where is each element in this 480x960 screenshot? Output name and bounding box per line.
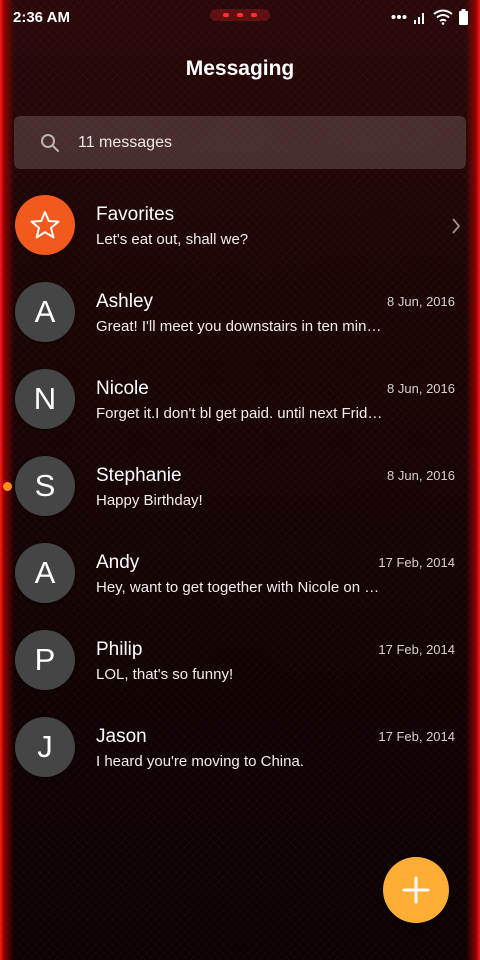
page-title: Messaging [185,57,295,80]
favorites-avatar [15,195,75,255]
conversation-snippet: Hey, want to get together with Nicole on… [96,579,380,596]
conversation-name: Stephanie [96,465,182,486]
battery-icon [459,9,468,25]
signal-icon [414,13,424,24]
status-bar: 2:36 AM [0,0,480,34]
star-icon [30,211,60,239]
wifi-icon [433,9,453,25]
search-input[interactable]: 11 messages [78,134,172,152]
status-icons [391,9,468,25]
conversation-snippet: I heard you're moving to China. [96,753,304,770]
status-time: 2:36 AM [13,9,70,26]
list-item-conversation[interactable]: A Andy 17 Feb, 2014 Hey, want to get tog… [0,528,480,615]
unread-indicator [3,482,12,491]
conversation-snippet: Forget it.I don't bl get paid. until nex… [96,405,383,422]
list-item-conversation[interactable]: J Jason 17 Feb, 2014 I heard you're movi… [0,702,480,789]
avatar: N [15,369,75,429]
search-bar[interactable]: 11 messages [14,116,466,169]
new-message-button[interactable] [383,857,449,923]
avatar: J [15,717,75,777]
avatar: A [15,282,75,342]
chevron-right-icon [452,218,461,234]
conversation-name: Favorites [96,204,175,225]
conversation-snippet: Great! I'll meet you downstairs in ten m… [96,318,382,335]
conversation-name: Nicole [96,378,149,399]
list-item-conversation[interactable]: P Philip 17 Feb, 2014 LOL, that's so fun… [0,615,480,702]
conversation-snippet: Let's eat out, shall we? [96,231,249,248]
list-item-conversation[interactable]: N Nicole 8 Jun, 2016 Forget it.I don't b… [0,354,480,441]
conversation-date: 17 Feb, 2014 [378,642,455,657]
avatar: A [15,543,75,603]
conversation-name: Philip [96,639,143,660]
avatar: P [15,630,75,690]
notification-dots-icon [391,15,407,19]
conversation-name: Ashley [96,291,154,312]
conversation-name: Andy [96,552,140,573]
conversation-date: 8 Jun, 2016 [387,381,455,396]
avatar: S [15,456,75,516]
list-item-conversation[interactable]: S Stephanie 8 Jun, 2016 Happy Birthday! [0,441,480,528]
conversation-name: Jason [96,726,147,747]
conversation-date: 8 Jun, 2016 [387,294,455,309]
search-icon [41,134,59,152]
conversation-date: 17 Feb, 2014 [378,729,455,744]
list-item-conversation[interactable]: A Ashley 8 Jun, 2016 Great! I'll meet yo… [0,267,480,354]
list-item-favorites[interactable]: Favorites Let's eat out, shall we? [0,180,480,267]
conversation-snippet: Happy Birthday! [96,492,203,509]
plus-icon [402,876,430,904]
conversation-date: 17 Feb, 2014 [378,555,455,570]
messaging-screen: 2:36 AM Messaging 11 messages Favorites … [0,0,480,960]
conversation-date: 8 Jun, 2016 [387,468,455,483]
conversation-snippet: LOL, that's so funny! [96,666,234,683]
